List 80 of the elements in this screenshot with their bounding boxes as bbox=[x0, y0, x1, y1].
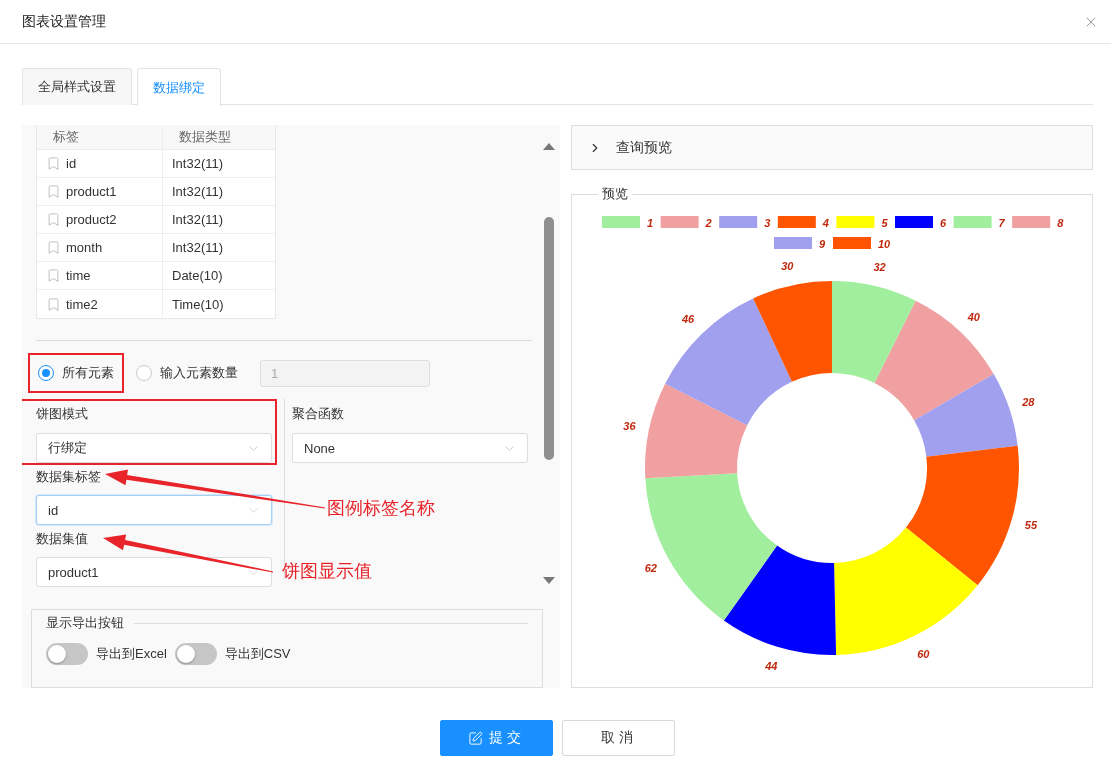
legend-item: 9 bbox=[774, 237, 826, 250]
legend-label: 8 bbox=[1057, 216, 1065, 229]
bookmark-icon bbox=[46, 156, 61, 171]
legend-label: 10 bbox=[878, 237, 892, 250]
scroll-up-icon[interactable] bbox=[543, 143, 555, 150]
legend-item: 3 bbox=[719, 216, 771, 229]
bookmark-icon bbox=[46, 240, 61, 255]
legend-label: 1 bbox=[647, 216, 654, 229]
edit-icon bbox=[468, 730, 483, 746]
table-cell-text: Int32(11) bbox=[171, 211, 225, 229]
radio-label: 所有元素 bbox=[62, 364, 114, 382]
column-header: 数据类型 bbox=[178, 128, 232, 146]
radio-button[interactable] bbox=[38, 365, 54, 381]
field-label: 数据集标签 bbox=[36, 468, 101, 486]
table-cell-text: Int32(11) bbox=[171, 239, 225, 257]
data-label: 36 bbox=[623, 419, 636, 432]
dialog-title: 图表设置管理 bbox=[22, 12, 106, 31]
table-cell-text: Int32(11) bbox=[171, 155, 225, 173]
toggle-label: 导出到Excel bbox=[96, 645, 167, 664]
legend-item: 6 bbox=[895, 216, 947, 229]
select-field[interactable]: 行绑定 bbox=[36, 433, 272, 463]
legend-label: 9 bbox=[819, 237, 826, 250]
bookmark-icon bbox=[46, 268, 61, 283]
section-title: 查询预览 bbox=[616, 138, 672, 157]
select-field[interactable]: product1 bbox=[36, 557, 272, 587]
legend-item: 2 bbox=[660, 216, 712, 229]
query-preview-header[interactable]: 查询预览 bbox=[571, 125, 1093, 170]
field-name: product2 bbox=[66, 212, 117, 227]
data-label: 32 bbox=[873, 260, 886, 273]
toggle-label: 导出到CSV bbox=[224, 645, 291, 664]
callout-text: 图例标签名称 bbox=[327, 497, 435, 520]
legend-label: 3 bbox=[764, 216, 771, 229]
data-label: 46 bbox=[681, 313, 695, 326]
panel-title: 预览 bbox=[601, 185, 629, 203]
bookmark-icon bbox=[46, 184, 61, 199]
toggle-switch[interactable] bbox=[174, 643, 217, 666]
field-name: product1 bbox=[66, 184, 117, 199]
tab[interactable]: 全局样式设置 bbox=[22, 68, 132, 105]
table-cell-text: Date(10) bbox=[171, 267, 224, 285]
field-label: 聚合函数 bbox=[292, 405, 344, 423]
data-label: 60 bbox=[917, 647, 930, 660]
legend-item: 7 bbox=[953, 216, 1005, 229]
data-label: 44 bbox=[765, 659, 778, 672]
field-name: time2 bbox=[66, 296, 98, 312]
column-header: 标签 bbox=[37, 125, 163, 149]
field-name: month bbox=[66, 240, 103, 255]
scroll-thumb[interactable] bbox=[544, 217, 554, 460]
legend-label: 7 bbox=[998, 216, 1006, 229]
radio-option[interactable]: 输入元素数量 bbox=[126, 353, 248, 393]
data-label: 62 bbox=[644, 562, 657, 574]
select-field[interactable]: id bbox=[36, 495, 272, 525]
panel-title: 显示导出按钮 bbox=[46, 614, 124, 633]
field-name: id bbox=[66, 156, 77, 171]
field-label: 饼图模式 bbox=[36, 405, 88, 423]
data-label: 30 bbox=[781, 259, 794, 272]
legend-label: 5 bbox=[881, 216, 889, 229]
radio-button[interactable] bbox=[136, 365, 152, 381]
legend-item: 10 bbox=[833, 237, 891, 250]
select-field[interactable]: None bbox=[292, 433, 528, 463]
cancel-button[interactable]: 取消 bbox=[562, 720, 675, 756]
field-name: time bbox=[66, 268, 91, 283]
legend-item: 4 bbox=[777, 216, 829, 229]
data-label: 40 bbox=[967, 311, 980, 324]
legend-label: 4 bbox=[821, 216, 829, 229]
data-label: 28 bbox=[1022, 396, 1035, 409]
legend-item: 8 bbox=[1012, 216, 1064, 229]
table-cell-text: Time(10) bbox=[171, 295, 225, 314]
table-cell-text: Int32(11) bbox=[171, 183, 225, 201]
bookmark-icon bbox=[46, 296, 61, 312]
legend-label: 6 bbox=[940, 216, 947, 229]
callout-text: 饼图显示值 bbox=[282, 560, 372, 583]
legend-label: 2 bbox=[704, 216, 712, 229]
field-label: 数据集值 bbox=[36, 530, 88, 548]
legend-item: 5 bbox=[836, 216, 888, 229]
toggle-switch[interactable] bbox=[46, 643, 88, 666]
data-label: 55 bbox=[1024, 519, 1038, 532]
scroll-down-icon[interactable] bbox=[543, 577, 555, 584]
bookmark-icon bbox=[46, 212, 61, 227]
legend-item: 1 bbox=[602, 216, 654, 229]
radio-label: 输入元素数量 bbox=[160, 364, 238, 382]
